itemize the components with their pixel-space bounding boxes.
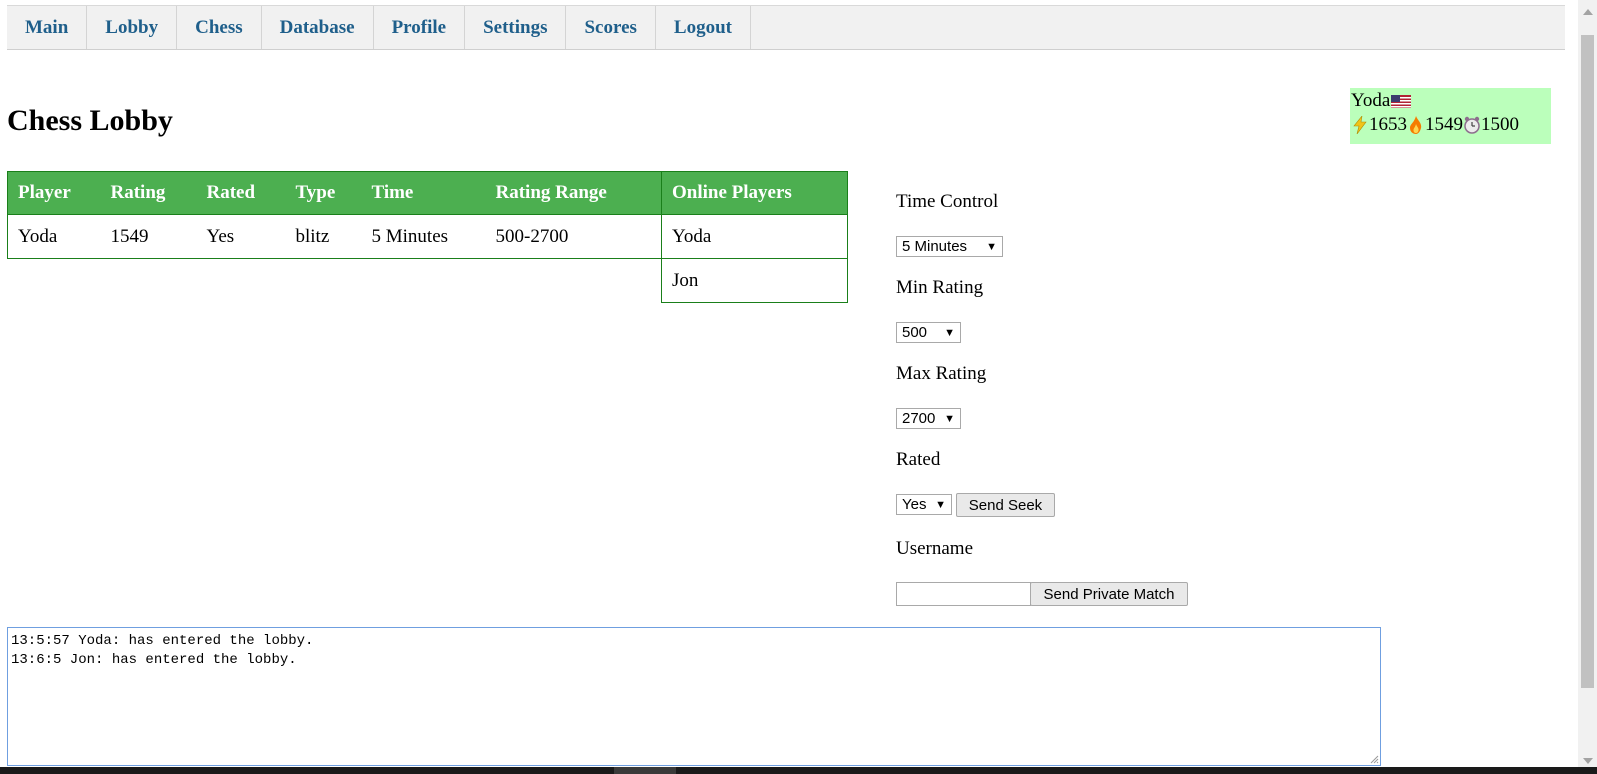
rated-select[interactable]: Yes ▼	[896, 494, 952, 515]
send-private-match-button[interactable]: Send Private Match	[1030, 582, 1188, 606]
max-rating-select[interactable]: 2700 ▼	[896, 408, 961, 429]
rated-value: Yes	[902, 496, 927, 513]
nav-chess[interactable]: Chess	[177, 6, 262, 49]
page-title: Chess Lobby	[7, 104, 173, 137]
chevron-down-icon: ▼	[986, 240, 997, 253]
scroll-up-icon[interactable]	[1583, 9, 1593, 15]
chat-line: 13:6:5 Jon: has entered the lobby.	[11, 652, 297, 668]
cell-player: Yoda	[7, 214, 101, 259]
cell-type: blitz	[285, 214, 362, 259]
horizontal-scrollbar-thumb[interactable]	[614, 767, 676, 774]
rating-blitz: 1549	[1425, 114, 1463, 135]
col-type: Type	[285, 171, 362, 215]
chat-log[interactable]: 13:5:57 Yoda: has entered the lobby. 13:…	[7, 627, 1381, 766]
chevron-down-icon: ▼	[944, 326, 955, 339]
user-name: Yoda	[1351, 90, 1391, 111]
resize-grip-icon[interactable]	[1370, 755, 1379, 764]
col-time: Time	[361, 171, 486, 215]
cell-time: 5 Minutes	[361, 214, 486, 259]
online-player[interactable]: Yoda	[661, 214, 848, 259]
vertical-scrollbar[interactable]	[1578, 0, 1597, 774]
nav-logout[interactable]: Logout	[656, 6, 751, 49]
user-card: Yoda 1653 1549 1500	[1350, 88, 1551, 144]
max-rating-value: 2700	[902, 410, 936, 427]
horizontal-scrollbar[interactable]	[0, 767, 1597, 774]
scrollbar-thumb[interactable]	[1581, 35, 1594, 688]
nav-main[interactable]: Main	[7, 6, 88, 49]
page: Main Lobby Chess Database Profile Settin…	[0, 0, 1578, 774]
nav-scores[interactable]: Scores	[566, 6, 656, 49]
rated-label: Rated	[896, 449, 941, 470]
col-player: Player	[7, 171, 101, 215]
col-rating-range: Rating Range	[485, 171, 662, 215]
seek-table: Player Rating Rated Type Time Rating Ran…	[7, 171, 662, 259]
scroll-down-icon[interactable]	[1583, 758, 1593, 764]
min-rating-value: 500	[902, 324, 928, 341]
time-control-label: Time Control	[896, 191, 999, 212]
username-label: Username	[896, 538, 974, 559]
lightning-icon	[1351, 115, 1369, 135]
online-players-table: Online Players Yoda Jon	[661, 171, 848, 303]
nav-profile[interactable]: Profile	[374, 6, 466, 49]
col-rated: Rated	[196, 171, 286, 215]
fire-icon	[1407, 115, 1425, 135]
nav-lobby[interactable]: Lobby	[87, 6, 178, 49]
cell-rating-range: 500-2700	[485, 214, 662, 259]
rating-bullet: 1653	[1369, 114, 1407, 135]
chat-line: 13:5:57 Yoda: has entered the lobby.	[11, 633, 314, 649]
seek-header-row: Player Rating Rated Type Time Rating Ran…	[7, 171, 662, 215]
username-input[interactable]	[896, 582, 1031, 606]
nav-database[interactable]: Database	[262, 6, 374, 49]
cell-rated: Yes	[196, 214, 286, 259]
min-rating-label: Min Rating	[896, 277, 984, 298]
col-rating: Rating	[100, 171, 197, 215]
clock-icon	[1463, 115, 1481, 135]
top-nav: Main Lobby Chess Database Profile Settin…	[7, 5, 1565, 50]
nav-settings[interactable]: Settings	[465, 6, 567, 49]
rating-classical: 1500	[1481, 114, 1519, 135]
us-flag-icon	[1391, 94, 1412, 108]
col-online-players: Online Players	[661, 171, 848, 215]
time-control-value: 5 Minutes	[902, 238, 968, 255]
min-rating-select[interactable]: 500 ▼	[896, 322, 961, 343]
chevron-down-icon: ▼	[944, 412, 955, 425]
time-control-select[interactable]: 5 Minutes ▼	[896, 236, 1003, 257]
send-seek-button[interactable]: Send Seek	[956, 493, 1055, 517]
online-player[interactable]: Jon	[661, 258, 848, 303]
chevron-down-icon: ▼	[935, 498, 946, 511]
table-row[interactable]: Yoda 1549 Yes blitz 5 Minutes 500-2700	[7, 214, 662, 259]
cell-rating: 1549	[100, 214, 197, 259]
max-rating-label: Max Rating	[896, 363, 987, 384]
